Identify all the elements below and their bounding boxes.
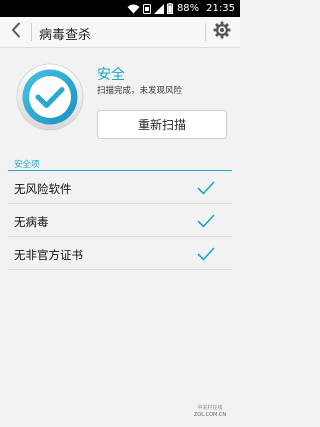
battery-icon: [166, 3, 173, 14]
list-item-label: 无风险软件: [14, 182, 72, 196]
status-bar: 88% 21:35: [0, 0, 240, 17]
scan-status-title: 安全: [97, 67, 125, 83]
list-item-no-virus: 无病毒: [0, 204, 240, 237]
sim-icon: [142, 3, 151, 14]
page-title: 病毒查杀: [39, 28, 92, 43]
battery-percent: 88%: [176, 3, 200, 14]
gear-icon: [213, 21, 231, 43]
signal-icon: [153, 3, 164, 14]
title-bar: 病毒查杀: [0, 17, 240, 48]
list-item-no-unofficial-certificate: 无非官方证书: [0, 237, 240, 270]
scan-status-description: 扫描完成，未发现风险: [97, 86, 183, 96]
back-chevron-icon: [11, 22, 21, 42]
checkmark-icon: [197, 180, 215, 196]
shield-check-icon: [16, 63, 84, 131]
list-item-label: 无非官方证书: [14, 248, 83, 262]
watermark-line1: 中关村在线: [197, 405, 223, 411]
watermark: 中关村在线 ZOL.COM.CN: [186, 405, 234, 423]
settings-button[interactable]: [212, 21, 232, 43]
checkmark-icon: [197, 213, 215, 229]
checkmark-icon: [197, 246, 215, 262]
wifi-icon: [127, 4, 140, 14]
rescan-button[interactable]: 重新扫描: [97, 110, 227, 139]
settings-divider: [205, 23, 206, 41]
clock: 21:35: [206, 3, 235, 14]
back-button[interactable]: [6, 21, 26, 43]
title-divider: [31, 23, 32, 41]
watermark-line2: ZOL.COM.CN: [193, 412, 227, 418]
row-divider: [8, 269, 232, 270]
section-header: 安全项: [14, 160, 40, 170]
list-item-label: 无病毒: [14, 215, 49, 229]
list-item-no-risk-software: 无风险软件: [0, 171, 240, 204]
